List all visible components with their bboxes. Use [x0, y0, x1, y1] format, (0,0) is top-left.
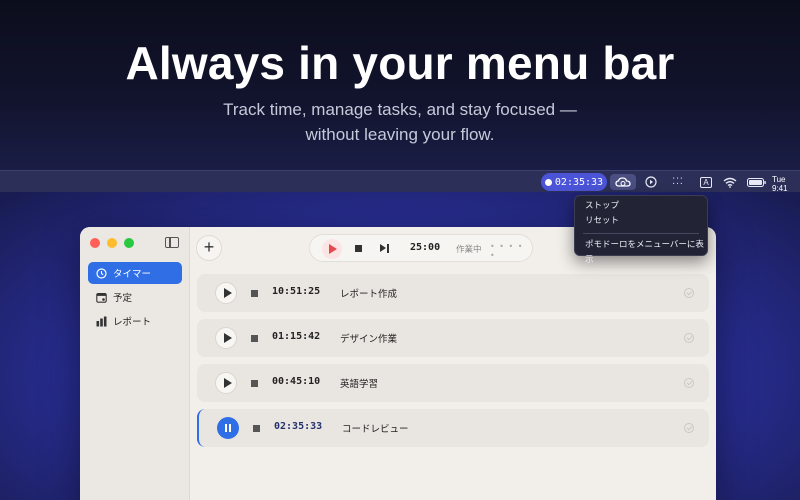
- task-row-running[interactable]: 02:35:33 コードレビュー: [197, 409, 709, 447]
- task-time: 00:45:10: [272, 376, 321, 387]
- dropdown-item-stop[interactable]: ストップ: [575, 199, 707, 214]
- main-content: + 25:00 作業中 • • • • • 10:51:25 レポート作成 01…: [191, 227, 716, 500]
- task-title: コードレビュー: [342, 424, 409, 435]
- sidebar-item-schedule[interactable]: 予定: [88, 286, 182, 308]
- menubar-dropdown: ストップ リセット ポモドーロをメニューバーに表示: [574, 195, 708, 265]
- play-icon[interactable]: [215, 282, 237, 304]
- sidebar-toggle-icon[interactable]: [165, 237, 179, 248]
- task-row[interactable]: 01:15:42 デザイン作業: [197, 319, 709, 357]
- task-row[interactable]: 00:45:10 英語学習: [197, 364, 709, 402]
- dropdown-divider: [583, 233, 699, 234]
- timer-cloud-icon[interactable]: [610, 174, 636, 190]
- zoom-window-button[interactable]: [124, 238, 134, 248]
- timer-icon: [96, 267, 107, 279]
- task-title: 英語学習: [340, 379, 379, 390]
- pomodoro-progress-dots: • • • • •: [490, 242, 524, 260]
- calendar-icon: [96, 292, 107, 303]
- hero-subtitle-line-2: without leaving your flow.: [305, 125, 495, 144]
- complete-check-icon[interactable]: [684, 333, 694, 343]
- sidebar-item-label: 予定: [113, 293, 133, 304]
- play-icon[interactable]: [215, 372, 237, 394]
- menubar-timer[interactable]: 02:35:33: [541, 173, 607, 191]
- pause-icon[interactable]: [217, 417, 239, 439]
- complete-check-icon[interactable]: [684, 378, 694, 388]
- task-title: レポート作成: [340, 289, 398, 300]
- menu-bar: 02:35:33 ⁚⁚⁚ A Tue 9:41: [0, 170, 800, 193]
- chart-icon: [96, 316, 107, 327]
- battery-icon[interactable]: [746, 174, 766, 190]
- task-time: 02:35:33: [274, 421, 323, 432]
- sidebar-item-report[interactable]: レポート: [88, 310, 182, 332]
- play-icon[interactable]: [322, 239, 342, 259]
- pomodoro-time: 25:00: [410, 242, 441, 253]
- hero-subtitle-line-1: Track time, manage tasks, and stay focus…: [223, 100, 577, 119]
- task-row[interactable]: 10:51:25 レポート作成: [197, 274, 709, 312]
- app-window: タイマー 予定 レポート + 25:00 作業中 • • • • • 10:51…: [80, 227, 716, 500]
- stop-icon[interactable]: [251, 335, 258, 342]
- sidebar-item-timer[interactable]: タイマー: [88, 262, 182, 284]
- sidebar-item-label: タイマー: [113, 269, 152, 280]
- hero-title: Always in your menu bar: [125, 37, 675, 89]
- task-time: 01:15:42: [272, 331, 321, 342]
- complete-check-icon[interactable]: [684, 288, 694, 298]
- close-window-button[interactable]: [90, 238, 100, 248]
- stop-icon[interactable]: [355, 245, 362, 252]
- minimize-window-button[interactable]: [107, 238, 117, 248]
- stop-icon[interactable]: [253, 425, 260, 432]
- dots-icon[interactable]: ⁚⁚⁚: [668, 174, 688, 190]
- hero-subtitle: Track time, manage tasks, and stay focus…: [0, 97, 800, 147]
- wifi-icon[interactable]: [722, 174, 738, 190]
- play-icon[interactable]: [215, 327, 237, 349]
- stop-icon[interactable]: [251, 380, 258, 387]
- play-circle-icon[interactable]: [643, 174, 659, 190]
- dropdown-item-show-pomodoro[interactable]: ポモドーロをメニューバーに表示: [575, 238, 707, 265]
- pomodoro-player: 25:00 作業中 • • • • •: [309, 234, 533, 262]
- add-task-button[interactable]: +: [196, 235, 222, 261]
- input-source-icon[interactable]: A: [699, 174, 713, 190]
- complete-check-icon[interactable]: [684, 423, 694, 433]
- sidebar: タイマー 予定 レポート: [80, 227, 190, 500]
- dropdown-item-reset[interactable]: リセット: [575, 214, 707, 229]
- task-title: デザイン作業: [340, 334, 398, 345]
- timer-dot-icon: [544, 178, 552, 186]
- task-time: 10:51:25: [272, 286, 321, 297]
- skip-forward-icon[interactable]: [380, 244, 390, 253]
- pomodoro-status: 作業中: [456, 245, 482, 255]
- menubar-clock[interactable]: Tue 9:41: [772, 175, 800, 193]
- stop-icon[interactable]: [251, 290, 258, 297]
- menubar-timer-value: 02:35:33: [554, 176, 604, 188]
- sidebar-item-label: レポート: [113, 317, 152, 328]
